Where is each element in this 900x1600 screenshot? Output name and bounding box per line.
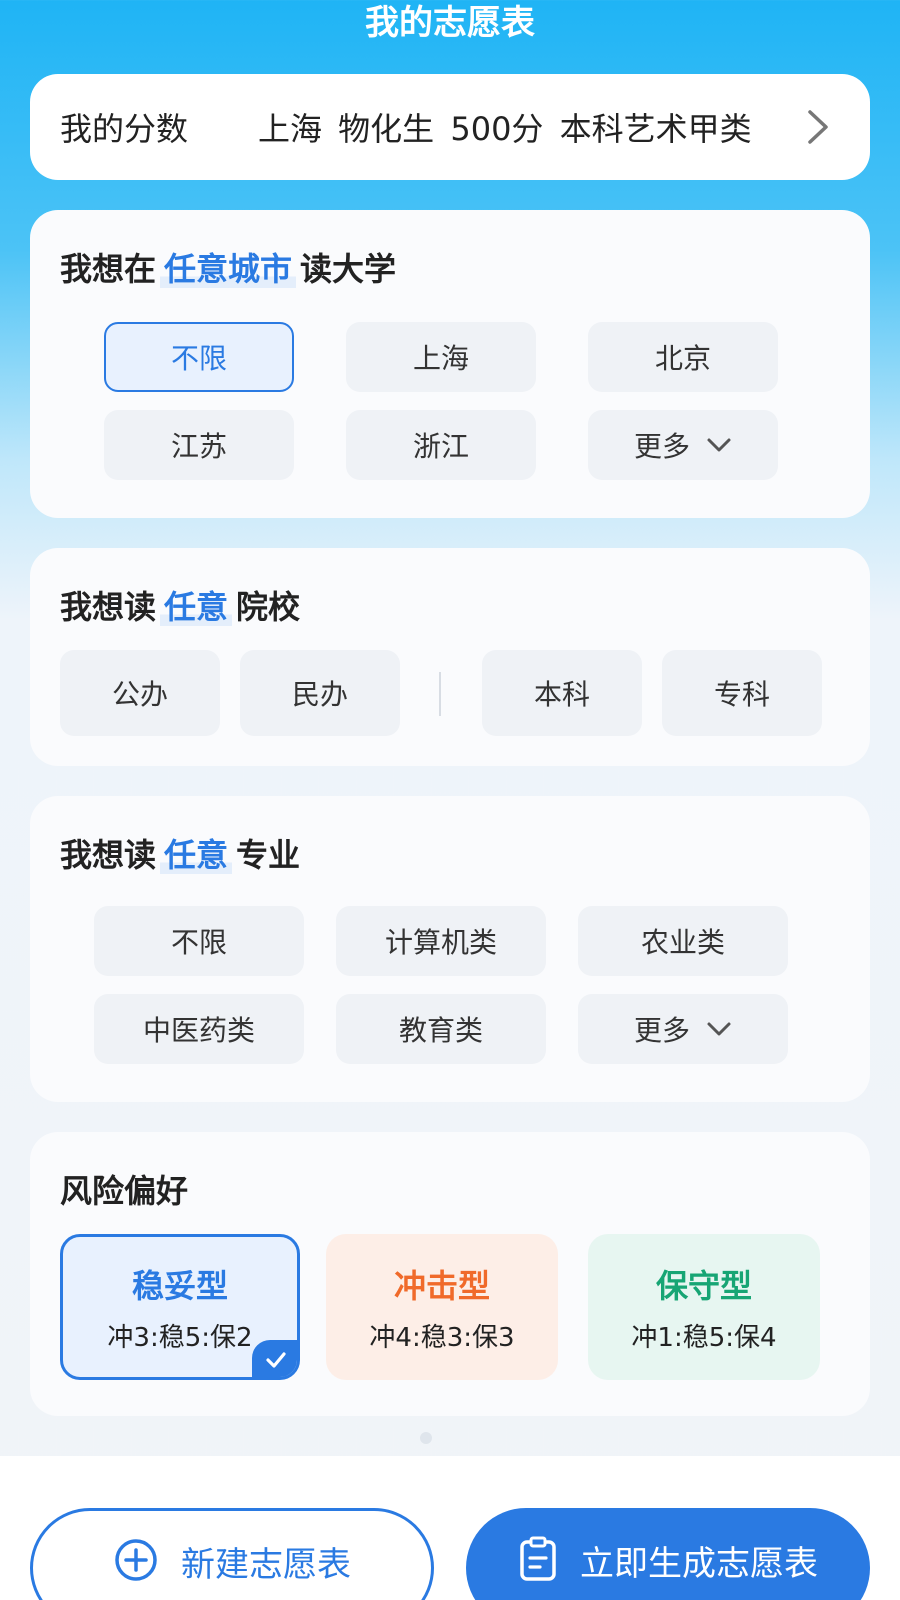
city-option-jiangsu[interactable]: 江苏 xyxy=(104,410,294,480)
risk-ratio: 冲1:稳5:保4 xyxy=(631,1322,777,1353)
school-option-bachelor[interactable]: 本科 xyxy=(482,650,642,736)
risk-name: 保守型 xyxy=(655,1266,752,1305)
chip-label: 不限 xyxy=(170,926,227,959)
risk-name: 稳妥型 xyxy=(131,1266,228,1305)
major-title: 我想读 任意 专业 xyxy=(60,830,300,876)
generate-form-button[interactable]: 立即生成志愿表 xyxy=(466,1508,870,1600)
new-form-button[interactable]: 新建志愿表 xyxy=(30,1508,434,1600)
new-form-label: 新建志愿表 xyxy=(181,1545,351,1585)
city-option-zhejiang[interactable]: 浙江 xyxy=(346,410,536,480)
city-title-prefix: 我想在 xyxy=(60,250,157,288)
school-title: 我想读 任意 院校 xyxy=(60,582,300,628)
page-indicator xyxy=(420,1432,432,1444)
generate-form-label: 立即生成志愿表 xyxy=(580,1544,818,1584)
chevron-right-icon xyxy=(796,105,840,149)
risk-option-conservative[interactable]: 保守型 冲1:稳5:保4 xyxy=(588,1234,820,1380)
chip-label: 浙江 xyxy=(412,430,469,463)
major-title-suffix: 专业 xyxy=(236,836,301,874)
city-title-suffix: 读大学 xyxy=(300,250,397,288)
major-option-more[interactable]: 更多 xyxy=(578,994,788,1064)
risk-title: 风险偏好 xyxy=(60,1172,189,1210)
city-option-beijing[interactable]: 北京 xyxy=(588,322,778,392)
chip-label: 民办 xyxy=(291,678,348,711)
school-title-suffix: 院校 xyxy=(236,588,301,626)
chip-label: 农业类 xyxy=(640,926,725,959)
school-option-associate[interactable]: 专科 xyxy=(662,650,822,736)
major-option-unlimited[interactable]: 不限 xyxy=(94,906,304,976)
major-option-tcm[interactable]: 中医药类 xyxy=(94,994,304,1064)
school-card: 我想读 任意 院校 公办 民办 本科 专科 xyxy=(30,548,870,766)
page-title: 我的志愿表 xyxy=(365,3,535,43)
major-option-education[interactable]: 教育类 xyxy=(336,994,546,1064)
city-option-shanghai[interactable]: 上海 xyxy=(346,322,536,392)
chip-label: 更多 xyxy=(633,430,690,463)
major-title-prefix: 我想读 xyxy=(60,836,157,874)
score-card[interactable]: 我的分数 上海 物化生 500分 本科艺术甲类 xyxy=(30,74,870,180)
risk-ratio: 冲3:稳5:保2 xyxy=(107,1322,253,1353)
chip-label: 教育类 xyxy=(398,1014,483,1047)
school-title-prefix: 我想读 xyxy=(60,588,157,626)
major-option-computer[interactable]: 计算机类 xyxy=(336,906,546,976)
chip-label: 江苏 xyxy=(170,430,227,463)
chip-label: 公办 xyxy=(111,678,168,711)
school-option-private[interactable]: 民办 xyxy=(240,650,400,736)
plus-circle-icon xyxy=(113,1537,159,1583)
score-value: 上海 物化生 500分 本科艺术甲类 xyxy=(258,110,752,148)
check-icon xyxy=(252,1340,297,1377)
school-selected[interactable]: 任意 xyxy=(160,588,233,626)
chip-label: 专科 xyxy=(713,678,770,711)
chip-label: 更多 xyxy=(633,1014,690,1047)
risk-card: 风险偏好 稳妥型 冲3:稳5:保2 冲击型 冲4:稳3:保3 保守型 冲1:稳5… xyxy=(30,1132,870,1416)
risk-option-steady[interactable]: 稳妥型 冲3:稳5:保2 xyxy=(60,1234,300,1380)
chip-label: 上海 xyxy=(412,342,469,375)
chip-label: 北京 xyxy=(654,342,711,375)
chip-label: 不限 xyxy=(170,342,227,375)
major-card: 我想读 任意 专业 不限 计算机类 农业类 中医药类 教育类 更多 xyxy=(30,796,870,1102)
city-selected[interactable]: 任意城市 xyxy=(160,250,297,288)
clipboard-icon xyxy=(518,1536,558,1582)
city-option-more[interactable]: 更多 xyxy=(588,410,778,480)
risk-ratio: 冲4:稳3:保3 xyxy=(369,1322,515,1353)
chip-label: 本科 xyxy=(533,678,590,711)
divider xyxy=(439,672,441,716)
major-selected[interactable]: 任意 xyxy=(160,836,233,874)
chip-label: 计算机类 xyxy=(384,926,497,959)
city-title: 我想在 任意城市 读大学 xyxy=(60,244,396,290)
risk-name: 冲击型 xyxy=(393,1266,490,1305)
risk-option-aggressive[interactable]: 冲击型 冲4:稳3:保3 xyxy=(326,1234,558,1380)
chevron-down-icon xyxy=(706,1021,732,1037)
school-option-public[interactable]: 公办 xyxy=(60,650,220,736)
score-label: 我的分数 xyxy=(60,110,189,148)
city-card: 我想在 任意城市 读大学 不限 上海 北京 江苏 浙江 更多 xyxy=(30,210,870,518)
city-option-unlimited[interactable]: 不限 xyxy=(104,322,294,392)
chip-label: 中医药类 xyxy=(142,1014,255,1047)
chevron-down-icon xyxy=(706,437,732,453)
major-option-agriculture[interactable]: 农业类 xyxy=(578,906,788,976)
